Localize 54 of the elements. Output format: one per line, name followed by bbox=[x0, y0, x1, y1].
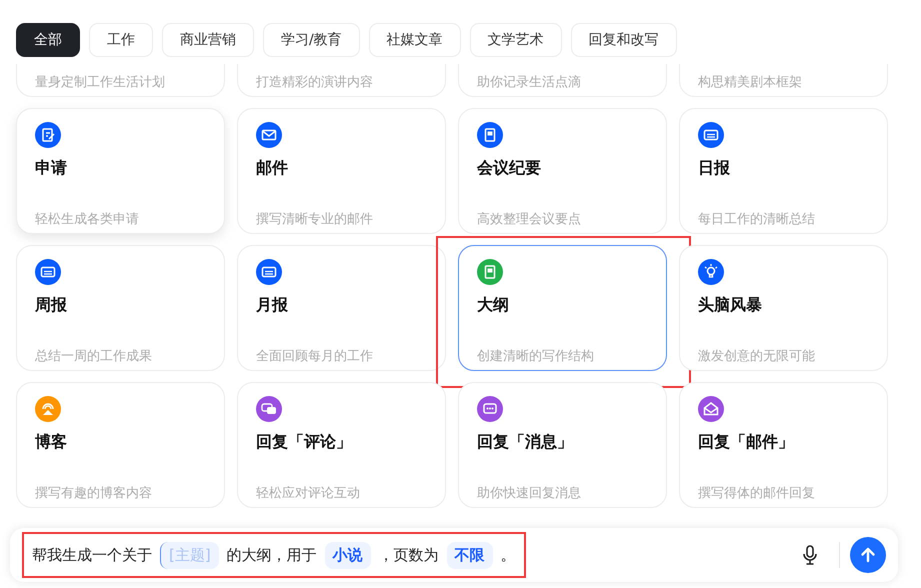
prompt-text: 的大纲，用于 bbox=[226, 546, 317, 564]
value-slot[interactable]: 不限 bbox=[446, 542, 493, 568]
card-description: 轻松生成各类申请 bbox=[35, 211, 140, 228]
template-card[interactable]: 博客 撰写有趣的博客内容 bbox=[16, 382, 225, 508]
category-tab[interactable]: 全部 bbox=[16, 23, 80, 57]
template-card[interactable]: 邮件 撰写清晰专业的邮件 bbox=[237, 108, 446, 234]
card-description: 激发创意的无限可能 bbox=[698, 348, 816, 365]
card-description: 撰写有趣的博客内容 bbox=[35, 485, 153, 502]
card-title: 回复「邮件」 bbox=[698, 432, 795, 453]
card-title: 会议纪要 bbox=[477, 158, 542, 179]
category-tab[interactable]: 商业营销 bbox=[162, 23, 254, 57]
template-card[interactable]: 大纲 创建清晰的写作结构 bbox=[458, 245, 667, 371]
card-description: 高效整理会议要点 bbox=[477, 211, 582, 228]
template-card[interactable]: 日报 每日工作的清晰总结 bbox=[679, 108, 888, 234]
template-card[interactable]: 头脑风暴 激发创意的无限可能 bbox=[679, 245, 888, 371]
card-description: 总结一周的工作成果 bbox=[35, 348, 153, 365]
category-tab[interactable]: 文学艺术 bbox=[470, 23, 562, 57]
card-title: 回复「消息」 bbox=[477, 432, 574, 453]
template-card[interactable]: 回复「邮件」 撰写得体的邮件回复 bbox=[679, 382, 888, 508]
category-tab[interactable]: 学习/教育 bbox=[263, 23, 360, 57]
prompt-text: 帮我生成一个关于 bbox=[32, 546, 152, 564]
card-title: 头脑风暴 bbox=[698, 295, 763, 316]
card-title: 邮件 bbox=[256, 158, 289, 179]
card-title: 月报 bbox=[256, 295, 289, 316]
card-title: 周报 bbox=[35, 295, 68, 316]
card-title: 回复「评论」 bbox=[256, 432, 353, 453]
template-card[interactable]: 申请 轻松生成各类申请 bbox=[16, 108, 225, 234]
template-card[interactable]: 回复「消息」 助你快速回复消息 bbox=[458, 382, 667, 508]
template-card[interactable]: 会议纪要 高效整理会议要点 bbox=[458, 108, 667, 234]
template-card[interactable]: 回复「评论」 轻松应对评论互动 bbox=[237, 382, 446, 508]
value-slot[interactable]: 小说 bbox=[324, 542, 371, 568]
template-card[interactable]: 月报 全面回顾每月的工作 bbox=[237, 245, 446, 371]
card-description: 打造精彩的演讲内容 bbox=[256, 74, 374, 91]
prompt-text: ，页数为 bbox=[378, 546, 439, 564]
card-description: 每日工作的清晰总结 bbox=[698, 211, 816, 228]
send-button[interactable] bbox=[850, 537, 886, 573]
card-title: 日报 bbox=[698, 158, 731, 179]
card-description: 轻松应对评论互动 bbox=[256, 485, 361, 502]
card-title: 大纲 bbox=[477, 295, 510, 316]
category-tab[interactable]: 社媒文章 bbox=[368, 23, 461, 57]
card-description: 构思精美剧本框架 bbox=[698, 74, 803, 91]
card-description: 量身定制工作生活计划 bbox=[35, 74, 166, 91]
card-description: 全面回顾每月的工作 bbox=[256, 348, 374, 365]
card-description: 助你快速回复消息 bbox=[477, 485, 582, 502]
card-title: 博客 bbox=[35, 432, 68, 453]
prompt-text: 。 bbox=[500, 546, 516, 564]
card-description: 创建清晰的写作结构 bbox=[477, 348, 595, 365]
card-description: 助你记录生活点滴 bbox=[477, 74, 582, 91]
card-description: 撰写清晰专业的邮件 bbox=[256, 211, 374, 228]
category-tab[interactable]: 工作 bbox=[89, 23, 153, 57]
card-description: 撰写得体的邮件回复 bbox=[698, 485, 816, 502]
category-tab[interactable]: 回复和改写 bbox=[570, 23, 677, 57]
card-title: 申请 bbox=[35, 158, 68, 179]
template-card[interactable]: 周报 总结一周的工作成果 bbox=[16, 245, 225, 371]
